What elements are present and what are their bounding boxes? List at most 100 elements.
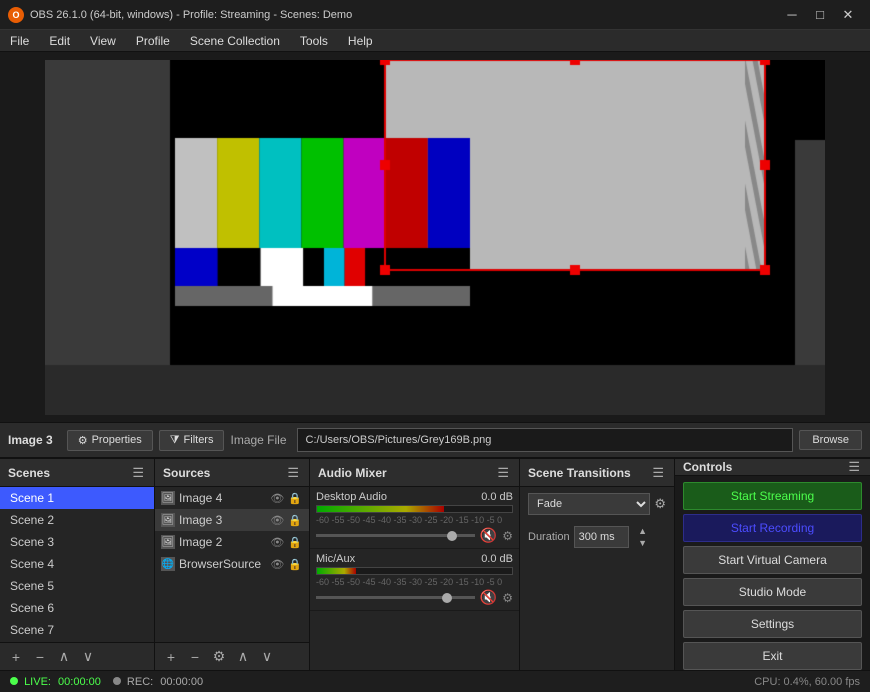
preview-area: [0, 52, 870, 422]
transition-select[interactable]: Fade Cut Swipe Slide: [528, 493, 650, 515]
rec-dot: [113, 677, 121, 685]
exit-button[interactable]: Exit: [683, 642, 862, 670]
live-label: LIVE:: [24, 676, 51, 688]
audio-db-value: 0.0 dB: [481, 553, 513, 565]
properties-button[interactable]: ⚙ Properties: [67, 430, 153, 451]
source-eye-button[interactable]: 👁: [269, 514, 285, 527]
sources-add-button[interactable]: +: [161, 647, 181, 667]
bottom-panels: Scenes ☰ Scene 1Scene 2Scene 3Scene 4Sce…: [0, 458, 870, 670]
source-type-icon: 🖼: [161, 513, 175, 527]
filter-icon: ⧩: [170, 434, 180, 447]
mute-button[interactable]: 🔇: [478, 527, 499, 544]
source-lock-button[interactable]: 🔒: [287, 514, 303, 527]
minimize-button[interactable]: ─: [778, 5, 806, 25]
audio-channel-name: Mic/Aux: [316, 553, 355, 565]
close-button[interactable]: ✕: [834, 5, 862, 25]
sources-down-button[interactable]: ∨: [257, 647, 277, 667]
scene-item-6[interactable]: Scene 6: [0, 597, 154, 619]
sources-list: 🖼 Image 4 👁 🔒 🖼 Image 3 👁 🔒 🖼 Image 2 👁 …: [155, 487, 309, 642]
menu-scene-collection[interactable]: Scene Collection: [180, 30, 290, 51]
audio-settings-button[interactable]: ⚙: [502, 591, 513, 605]
source-type-icon: 🖼: [161, 535, 175, 549]
start-virtual-camera-button[interactable]: Start Virtual Camera: [683, 546, 862, 574]
scenes-toolbar: + − ∧ ∨: [0, 642, 154, 670]
source-eye-button[interactable]: 👁: [269, 536, 285, 549]
source-lock-button[interactable]: 🔒: [287, 536, 303, 549]
audio-panel-config-icon[interactable]: ☰: [495, 465, 511, 481]
sources-remove-button[interactable]: −: [185, 647, 205, 667]
scene-item-1[interactable]: Scene 1: [0, 487, 154, 509]
source-item-browsersource[interactable]: 🌐 BrowserSource 👁 🔒: [155, 553, 309, 575]
source-item-image-3[interactable]: 🖼 Image 3 👁 🔒: [155, 509, 309, 531]
transition-select-row: Fade Cut Swipe Slide ⚙: [520, 487, 674, 521]
volume-slider[interactable]: [316, 596, 475, 599]
file-path-input[interactable]: [297, 428, 794, 452]
audio-channel-1: Mic/Aux 0.0 dB -60 -55 -50 -45 -40 -35 -…: [310, 549, 519, 611]
scenes-panel-config-icon[interactable]: ☰: [130, 465, 146, 481]
maximize-button[interactable]: □: [806, 5, 834, 25]
menu-view[interactable]: View: [80, 30, 126, 51]
studio-mode-button[interactable]: Studio Mode: [683, 578, 862, 606]
duration-up-button[interactable]: ▲: [633, 525, 653, 537]
scenes-remove-button[interactable]: −: [30, 647, 50, 667]
source-item-image-4[interactable]: 🖼 Image 4 👁 🔒: [155, 487, 309, 509]
source-name: Image 2: [179, 535, 222, 549]
duration-input[interactable]: [574, 526, 629, 548]
scenes-add-button[interactable]: +: [6, 647, 26, 667]
gear-icon: ⚙: [78, 434, 88, 447]
menu-edit[interactable]: Edit: [39, 30, 80, 51]
sources-toolbar: + − ⚙ ∧ ∨: [155, 642, 309, 670]
sources-settings-button[interactable]: ⚙: [209, 647, 229, 667]
source-lock-button[interactable]: 🔒: [287, 492, 303, 505]
settings-button[interactable]: Settings: [683, 610, 862, 638]
scene-transitions-panel: Scene Transitions ☰ Fade Cut Swipe Slide…: [520, 459, 675, 670]
scene-item-5[interactable]: Scene 5: [0, 575, 154, 597]
menu-profile[interactable]: Profile: [126, 30, 180, 51]
controls-panel: Controls ☰ Start StreamingStart Recordin…: [675, 459, 870, 670]
live-indicator: LIVE: 00:00:00: [10, 676, 101, 688]
start-streaming-button[interactable]: Start Streaming: [683, 482, 862, 510]
start-recording-button[interactable]: Start Recording: [683, 514, 862, 542]
audio-controls: 🔇 ⚙: [316, 527, 513, 544]
rec-label: REC:: [127, 676, 153, 688]
audio-channel-name: Desktop Audio: [316, 491, 387, 503]
duration-down-button[interactable]: ▼: [633, 537, 653, 549]
sources-panel-config-icon[interactable]: ☰: [285, 465, 301, 481]
audio-meter-fill: [317, 506, 444, 512]
scene-item-4[interactable]: Scene 4: [0, 553, 154, 575]
scenes-up-button[interactable]: ∧: [54, 647, 74, 667]
menu-file[interactable]: File: [0, 30, 39, 51]
transitions-panel-icons: ☰: [650, 465, 666, 481]
audio-controls: 🔇 ⚙: [316, 589, 513, 606]
source-name: Image 3: [179, 513, 222, 527]
scenes-panel-header: Scenes ☰: [0, 459, 154, 487]
title-bar: O OBS 26.1.0 (64-bit, windows) - Profile…: [0, 0, 870, 30]
source-item-image-2[interactable]: 🖼 Image 2 👁 🔒: [155, 531, 309, 553]
scene-item-3[interactable]: Scene 3: [0, 531, 154, 553]
audio-meter: [316, 505, 513, 513]
controls-panel-config-icon[interactable]: ☰: [846, 459, 862, 475]
scenes-down-button[interactable]: ∨: [78, 647, 98, 667]
transition-settings-button[interactable]: ⚙: [654, 496, 666, 512]
filters-button[interactable]: ⧩ Filters: [159, 430, 225, 451]
source-eye-button[interactable]: 👁: [269, 492, 285, 505]
audio-settings-button[interactable]: ⚙: [502, 529, 513, 543]
scene-item-7[interactable]: Scene 7: [0, 619, 154, 641]
source-lock-button[interactable]: 🔒: [287, 558, 303, 571]
source-eye-button[interactable]: 👁: [269, 558, 285, 571]
source-name: Image 4: [179, 491, 222, 505]
volume-slider[interactable]: [316, 534, 475, 537]
browse-button[interactable]: Browse: [799, 430, 862, 450]
scene-item-2[interactable]: Scene 2: [0, 509, 154, 531]
selected-source-label: Image 3: [8, 433, 53, 447]
audio-panel-icons: ☰: [495, 465, 511, 481]
live-dot: [10, 677, 18, 685]
menu-tools[interactable]: Tools: [290, 30, 338, 51]
audio-panel-title: Audio Mixer: [318, 466, 387, 480]
rec-time: 00:00:00: [160, 676, 203, 688]
sources-up-button[interactable]: ∧: [233, 647, 253, 667]
transitions-panel-config-icon[interactable]: ☰: [650, 465, 666, 481]
source-controls: 👁 🔒: [269, 514, 303, 527]
mute-button[interactable]: 🔇: [478, 589, 499, 606]
menu-help[interactable]: Help: [338, 30, 383, 51]
